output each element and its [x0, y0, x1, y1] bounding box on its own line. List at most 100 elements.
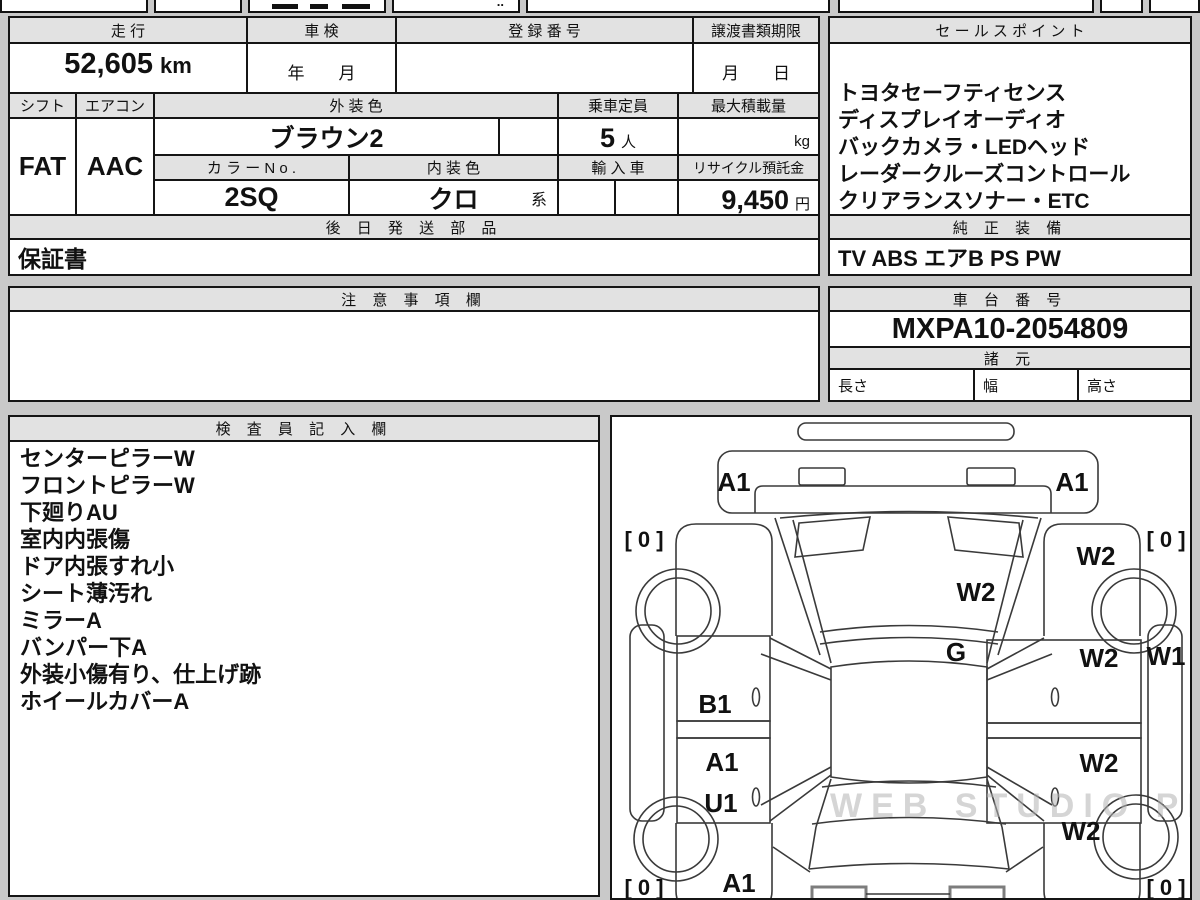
spec-height-cell: 高さ — [1079, 370, 1190, 400]
import-value-right — [616, 181, 679, 216]
inspector-note: バンパー下A — [20, 635, 147, 660]
later-parts-header: 後 日 発 送 部 品 — [10, 216, 818, 240]
front-panel — [717, 450, 1099, 514]
damage-label-front-right: A1 — [1055, 467, 1088, 497]
sales-point: クリアランスソナー・ETC — [838, 190, 1090, 213]
trunk-edge — [808, 862, 1010, 870]
capacity-number: 5 — [599, 123, 615, 153]
door-handle — [751, 687, 761, 707]
inspector-header: 検 査 員 記 入 欄 — [10, 417, 598, 442]
roof-panel — [830, 660, 988, 784]
tread-rear-left: [ 0 ] — [624, 875, 663, 898]
inspector-note: ミラーA — [20, 608, 102, 633]
damage-label-rear-left: A1 — [722, 868, 755, 898]
inspector-note: 室内内張傷 — [20, 527, 131, 552]
shaken-value: 年 月 — [248, 44, 397, 94]
damage-label-left-front-door: B1 — [698, 689, 731, 719]
interior-color-name: クロ — [428, 185, 479, 214]
recycle-value: 9,450 円 — [679, 181, 818, 216]
color-no-value: 2SQ — [155, 181, 350, 216]
top-row-text-fragment — [272, 4, 298, 9]
tread-rear-right: [ 0 ] — [1146, 875, 1185, 898]
recycle-header: リサイクル預託金 — [679, 156, 818, 181]
rear-window-curve — [821, 780, 997, 788]
door-handle — [1050, 687, 1060, 707]
hood-notch — [754, 485, 1052, 513]
chassis-header: 車 台 番 号 — [830, 288, 1190, 312]
specs-header: 諸 元 — [830, 348, 1190, 370]
import-header: 輸 入 車 — [559, 156, 679, 181]
damage-label-left-rear-door: A1 — [705, 747, 738, 777]
damage-diagram-box: A1 A1 W2 W2 G B1 A1 U1 W2 W2 W1 W2 A1 [ … — [610, 415, 1192, 900]
shift-value: FAT — [10, 119, 77, 216]
door-handle — [751, 787, 761, 807]
spec-width-cell: 幅 — [975, 370, 1079, 400]
a-pillar-right — [997, 517, 1042, 656]
inspector-note: ホイールカバーA — [20, 689, 190, 714]
auction-sheet: .. 走 行 車 検 登 録 番 号 譲渡書類期限 52,605 km 年 月 … — [0, 0, 1200, 900]
damage-label-roof: G — [946, 637, 966, 667]
top-row-cell — [838, 0, 1094, 13]
inspector-note: シート薄汚れ — [20, 581, 153, 606]
inspector-note: ドア内張すれ小 — [20, 554, 175, 579]
registration-value — [397, 44, 694, 94]
aircon-value: AAC — [77, 119, 155, 216]
damage-label-front-left: A1 — [717, 467, 750, 497]
headlight-right — [966, 467, 1016, 486]
windshield-base-curve — [819, 624, 999, 633]
left-rocker-panel — [629, 624, 665, 822]
top-row-dots: .. — [496, 0, 504, 9]
chassis-value: MXPA10-2054809 — [830, 312, 1190, 348]
damage-label-rear-right-fender: W2 — [1062, 816, 1101, 846]
transfer-docs-header: 譲渡書類期限 — [694, 18, 818, 44]
inspector-table: 検 査 員 記 入 欄 センターピラーW フロントピラーW 下廻りAU 室内内張… — [8, 415, 600, 897]
inspector-note: センターピラーW — [20, 446, 195, 471]
exterior-color-value: ブラウン2 — [155, 119, 500, 156]
right-b-pillar — [986, 722, 1142, 739]
top-row-text-fragment — [342, 4, 370, 9]
wiper-left — [794, 516, 872, 558]
maxload-unit: kg — [794, 133, 810, 150]
tread-front-left: [ 0 ] — [624, 527, 663, 552]
rear-right-wheel — [1093, 794, 1179, 880]
sales-point: レーダークルーズコントロール — [838, 163, 1131, 186]
top-row-cell — [1149, 0, 1200, 13]
mileage-number: 52,605 — [64, 48, 153, 80]
sales-points-body: トヨタセーフティセンス ディスプレイオーディオ バックカメラ・LEDヘッド レー… — [830, 44, 1190, 216]
top-row-cell — [0, 0, 148, 13]
tread-front-right: [ 0 ] — [1146, 527, 1185, 552]
damage-label-windshield: W2 — [957, 577, 996, 607]
inspector-note: 下廻りAU — [20, 500, 118, 525]
left-b-pillar — [676, 720, 771, 739]
mileage-value: 52,605 km — [10, 44, 248, 94]
top-row-cell: .. — [392, 0, 520, 13]
tail-light-left — [810, 885, 868, 898]
door-handle — [1050, 787, 1060, 807]
registration-header: 登 録 番 号 — [397, 18, 694, 44]
sales-point: バックカメラ・LEDヘッド — [838, 136, 1090, 159]
wiper-right — [946, 516, 1024, 558]
front-bumper — [797, 422, 1015, 441]
recycle-unit: 円 — [794, 196, 810, 213]
car-outline-diagram: A1 A1 W2 W2 G B1 A1 U1 W2 W2 W1 W2 A1 [ … — [624, 422, 1186, 898]
equipment-header: 純 正 装 備 — [830, 216, 1190, 240]
front-right-wheel-inner — [1100, 577, 1168, 645]
mileage-header: 走 行 — [10, 18, 248, 44]
capacity-header: 乗車定員 — [559, 94, 679, 119]
chassis-table: 車 台 番 号 MXPA10-2054809 諸 元 長さ 幅 高さ — [828, 286, 1192, 402]
inspector-body: センターピラーW フロントピラーW 下廻りAU 室内内張傷 ドア内張すれ小 シー… — [10, 442, 598, 895]
top-row-cell — [154, 0, 242, 13]
color-no-header: カ ラ ー N o . — [155, 156, 350, 181]
shift-header: シフト — [10, 94, 77, 119]
interior-color-suffix: 系 — [530, 191, 547, 209]
damage-label-right-rear-door: W2 — [1080, 748, 1119, 778]
transfer-docs-value: 月 日 — [694, 44, 818, 94]
notes-table: 注 意 事 項 欄 — [8, 286, 820, 402]
windshield-base-curve2 — [819, 636, 999, 645]
capacity-unit: 人 — [621, 134, 637, 151]
inspector-note: フロントピラーW — [20, 473, 195, 498]
maxload-header: 最大積載量 — [679, 94, 818, 119]
top-row-cell — [1100, 0, 1143, 13]
sales-point: ディスプレイオーディオ — [838, 109, 1067, 132]
right-creases — [986, 637, 1053, 822]
